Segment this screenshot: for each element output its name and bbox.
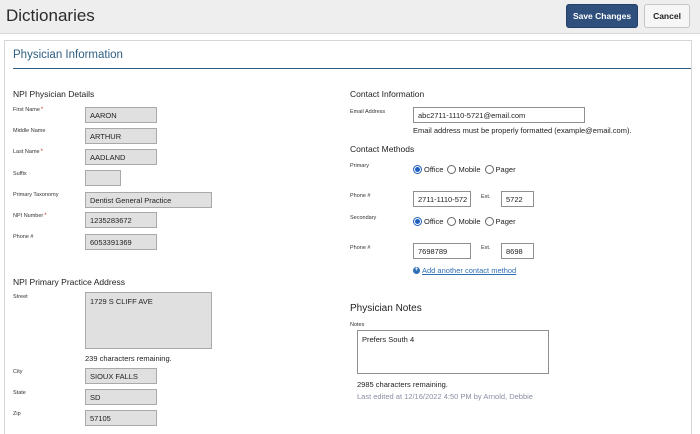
npi-number-label: NPI Number* (13, 213, 47, 219)
primary-phone-label: Phone # (350, 193, 371, 199)
last-name-label: Last Name* (13, 149, 43, 155)
state-label: State (13, 390, 26, 396)
secondary-phone-label: Phone # (350, 245, 371, 251)
primary-taxonomy-field[interactable]: Dentist General Practice (85, 192, 212, 208)
primary-office-radio[interactable]: Office (413, 165, 443, 174)
city-field[interactable]: SIOUX FALLS (85, 368, 157, 384)
primary-pager-radio[interactable]: Pager (484, 165, 516, 174)
secondary-office-radio[interactable]: Office (413, 217, 443, 226)
secondary-mobile-radio[interactable]: Mobile (447, 217, 481, 226)
suffix-label: Suffix (13, 171, 27, 177)
required-marker: * (44, 213, 47, 219)
secondary-method-radio-group: Office Mobile Pager (413, 217, 520, 226)
required-marker: * (40, 149, 43, 155)
first-name-label: First Name* (13, 107, 44, 113)
npi-details-heading: NPI Physician Details (13, 89, 95, 99)
add-contact-method-link[interactable]: + Add another contact method (413, 266, 516, 275)
page-title: Dictionaries (6, 6, 95, 25)
primary-mobile-radio[interactable]: Mobile (447, 165, 481, 174)
last-edited-info: Last edited at 12/16/2022 4:50 PM by Arn… (357, 392, 533, 401)
phone-field[interactable]: 6053391369 (85, 234, 157, 250)
city-label: City (13, 369, 23, 375)
primary-ext-input[interactable]: 5722 (501, 191, 534, 207)
save-changes-button[interactable]: Save Changes (566, 4, 638, 28)
secondary-pager-radio[interactable]: Pager (484, 217, 516, 226)
primary-taxonomy-label: Primary Taxonomy (13, 192, 59, 198)
primary-method-label: Primary (350, 163, 369, 169)
editor-name: Arnold, Debbie (483, 392, 533, 401)
primary-method-radio-group: Office Mobile Pager (413, 165, 520, 174)
practice-address-heading: NPI Primary Practice Address (13, 277, 125, 287)
plus-circle-icon: + (413, 267, 420, 274)
street-textarea[interactable]: 1729 S CLIFF AVE (85, 292, 212, 349)
contact-information-heading: Contact Information (350, 89, 425, 99)
zip-label: Zip (13, 411, 21, 417)
top-bar: Dictionaries Save Changes Cancel (0, 0, 700, 34)
suffix-field[interactable] (85, 170, 121, 186)
npi-number-field[interactable]: 1235283672 (85, 212, 157, 228)
street-characters-remaining: 239 characters remaining. (85, 354, 172, 363)
phone-label: Phone # (13, 234, 34, 240)
middle-name-field[interactable]: ARTHUR (85, 128, 157, 144)
last-name-field[interactable]: AADLAND (85, 149, 157, 165)
card-title: Physician Information (13, 49, 123, 61)
state-field[interactable]: SD (85, 389, 157, 405)
primary-phone-input[interactable]: 2711-1110-572 (413, 191, 471, 207)
primary-ext-label: Ext. (481, 194, 491, 200)
email-format-hint: Email address must be properly formatted… (413, 126, 632, 135)
card-title-divider (13, 68, 691, 69)
secondary-method-label: Secondary (350, 215, 377, 221)
street-label: Street (13, 294, 28, 300)
physician-information-card: Physician Information NPI Physician Deta… (4, 40, 692, 434)
email-address-label: Email Address (350, 109, 386, 115)
required-marker: * (40, 107, 44, 113)
notes-characters-remaining: 2985 characters remaining. (357, 380, 448, 389)
middle-name-label: Middle Name (13, 128, 46, 134)
contact-methods-heading: Contact Methods (350, 144, 415, 154)
physician-notes-heading: Physician Notes (350, 303, 422, 314)
secondary-phone-input[interactable]: 7698789 (413, 243, 471, 259)
secondary-ext-label: Ext. (481, 245, 491, 251)
email-address-input[interactable]: abc2711-1110-5721@email.com (413, 107, 585, 123)
secondary-ext-input[interactable]: 8698 (501, 243, 534, 259)
notes-textarea[interactable]: Prefers South 4 (357, 330, 549, 374)
first-name-field[interactable]: AARON (85, 107, 157, 123)
cancel-button[interactable]: Cancel (644, 4, 690, 28)
zip-field[interactable]: 57105 (85, 410, 157, 426)
notes-label: Notes (350, 322, 365, 328)
